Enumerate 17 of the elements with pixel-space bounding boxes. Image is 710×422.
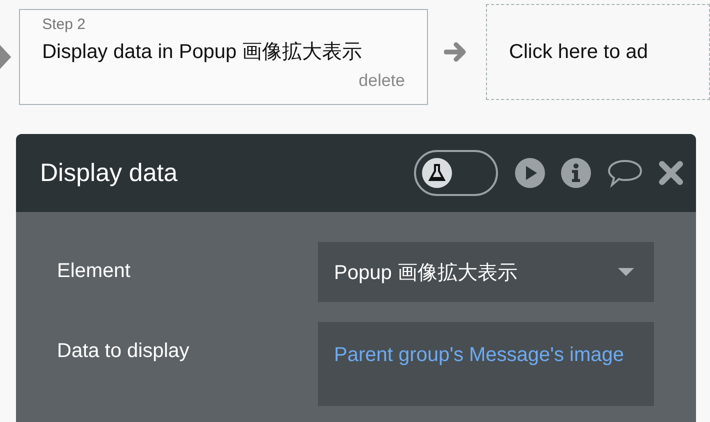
flask-icon: [422, 158, 452, 188]
step-card[interactable]: Step 2 Display data in Popup 画像拡大表示 delete: [19, 8, 428, 104]
arrow-icon: [0, 44, 12, 70]
caret-icon: [618, 268, 634, 276]
play-icon[interactable]: [514, 157, 546, 189]
element-dropdown[interactable]: Popup 画像拡大表示: [318, 242, 654, 302]
info-icon[interactable]: [560, 157, 592, 189]
panel-title: Display data: [40, 158, 178, 188]
test-toggle[interactable]: [414, 150, 498, 196]
close-icon[interactable]: [658, 160, 684, 186]
field-label: Element: [57, 259, 132, 283]
step-title: Display data in Popup 画像拡大表示: [42, 40, 362, 64]
add-step-card[interactable]: Click here to ad: [486, 4, 710, 100]
field-label: Data to display: [57, 339, 190, 363]
comment-icon[interactable]: [606, 158, 644, 188]
step-label: Step 2: [42, 16, 86, 32]
arrow-icon: [444, 40, 468, 64]
